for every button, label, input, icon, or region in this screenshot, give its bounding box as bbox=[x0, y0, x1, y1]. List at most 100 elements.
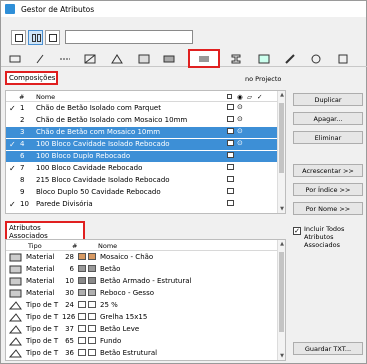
check-mark: ✓ bbox=[9, 164, 16, 173]
associated-row[interactable]: Material 10 Betão Armado - Estrutural bbox=[6, 276, 285, 287]
composition-row[interactable]: ✓ 10 Parede Divisória bbox=[6, 199, 285, 210]
save-txt-button[interactable]: Guardar TXT... bbox=[293, 342, 363, 355]
associated-row[interactable]: Material 6 Betão bbox=[6, 264, 285, 275]
brush-icon bbox=[285, 53, 295, 64]
tab-lines[interactable] bbox=[56, 52, 74, 65]
single-view-button[interactable] bbox=[11, 30, 26, 45]
fill-type-icon bbox=[9, 301, 22, 310]
append-button[interactable]: Acrescentar >> bbox=[293, 164, 363, 177]
attr-num: 10 bbox=[65, 277, 74, 285]
by-name-button[interactable]: Por Nome >> bbox=[293, 202, 363, 215]
composition-row[interactable]: ✓ 4 100 Bloco Cavidade Isolado Rebocado ⊙ bbox=[6, 139, 285, 150]
building-material-icon bbox=[163, 55, 175, 62]
tab-fills[interactable] bbox=[81, 52, 99, 65]
attr-name: Reboco - Gesso bbox=[100, 289, 154, 297]
info-icon bbox=[338, 54, 348, 63]
tab-zones[interactable] bbox=[135, 52, 153, 65]
composition-name: 215 Bloco Cavidade Isolado Rebocado bbox=[36, 176, 170, 184]
header-name: Nome bbox=[98, 242, 118, 250]
attr-type: Material bbox=[26, 289, 55, 297]
attr-num: 30 bbox=[65, 289, 74, 297]
associated-row[interactable]: Tipo de T 36 Betão Estrutural bbox=[6, 348, 285, 359]
eye-icon: ⊙ bbox=[237, 115, 243, 123]
attr-type: Material bbox=[26, 277, 55, 285]
composition-num: 1 bbox=[20, 104, 25, 112]
header-settings-icon: ✓ bbox=[257, 93, 263, 101]
scroll-down-icon[interactable]: ▼ bbox=[279, 206, 285, 212]
compositions-scrollbar[interactable]: ▲ ▼ bbox=[277, 91, 285, 213]
composition-row[interactable]: 6 100 Bloco Duplo Rebocado bbox=[6, 151, 285, 162]
composition-name: Parede Divisória bbox=[36, 200, 93, 208]
compositions-header: # Nome ◉ ▱ ✓ bbox=[6, 91, 285, 102]
split-view-button[interactable] bbox=[28, 30, 43, 45]
doc-icon bbox=[227, 176, 234, 182]
associated-row[interactable]: Tipo de T 37 Betão Leve bbox=[6, 324, 285, 335]
associated-row[interactable]: Material 28 Mosaico - Chão bbox=[6, 252, 285, 263]
composition-row[interactable]: 8 215 Bloco Cavidade Isolado Rebocado bbox=[6, 175, 285, 186]
tab-layers[interactable] bbox=[6, 52, 24, 65]
material-type-icon bbox=[9, 289, 22, 298]
doc-icon bbox=[227, 188, 234, 194]
scroll-up-icon[interactable]: ▲ bbox=[279, 241, 285, 247]
swatch-icon bbox=[88, 325, 96, 332]
composites-icon bbox=[199, 56, 209, 61]
doc-icon bbox=[227, 104, 234, 110]
swatch-icon bbox=[88, 349, 96, 356]
compositions-list[interactable]: # Nome ◉ ▱ ✓ ✓ 1 Chão de Betão Isolado com… bbox=[5, 90, 286, 214]
tab-profiles[interactable] bbox=[227, 52, 245, 65]
composition-row[interactable]: 9 Bloco Duplo 50 Cavidade Rebocado bbox=[6, 187, 285, 198]
by-index-button[interactable]: Por Índice >> bbox=[293, 183, 363, 196]
composition-name: 100 Bloco Cavidade Isolado Rebocado bbox=[36, 140, 170, 148]
scroll-thumb[interactable] bbox=[279, 103, 284, 173]
header-doc-icon bbox=[227, 94, 232, 99]
associated-row[interactable]: Material 30 Reboco - Gesso bbox=[6, 288, 285, 299]
associated-row[interactable]: Tipo de T 24 25 % bbox=[6, 300, 285, 311]
scroll-up-icon[interactable]: ▲ bbox=[279, 92, 285, 98]
attr-num: 37 bbox=[65, 325, 74, 333]
doc-icon bbox=[227, 140, 234, 146]
include-all-checkbox[interactable]: ✓ bbox=[293, 227, 301, 235]
duplicate-button[interactable]: Duplicar bbox=[293, 93, 363, 106]
associated-list[interactable]: Tipo # Nome Material 28 Mosaico - Chão Mate… bbox=[5, 239, 286, 361]
material-type-icon bbox=[9, 265, 22, 274]
tab-pens[interactable] bbox=[31, 52, 49, 65]
scroll-down-icon[interactable]: ▼ bbox=[279, 353, 285, 359]
remove-button[interactable]: Eliminar bbox=[293, 131, 363, 144]
tab-materials[interactable] bbox=[108, 52, 126, 65]
swatch-icon bbox=[88, 337, 96, 344]
check-mark: ✓ bbox=[9, 104, 16, 113]
associated-row[interactable]: Tipo de T 126 Grelha 15x15 bbox=[6, 312, 285, 323]
doc-icon bbox=[227, 128, 234, 134]
swatch-icon bbox=[78, 253, 86, 260]
filter-input[interactable] bbox=[65, 30, 193, 44]
project-label: no Projecto bbox=[245, 75, 282, 83]
associated-row[interactable]: Tipo de T 65 Fundo bbox=[6, 336, 285, 347]
composition-row[interactable]: 2 Chão de Betão Isolado com Mosaico 10mm ⊙ bbox=[6, 115, 285, 126]
composition-row[interactable]: ✓ 1 Chão de Betão Isolado com Parquet ⊙ bbox=[6, 103, 285, 114]
attr-num: 65 bbox=[65, 337, 74, 345]
tab-operation-profiles[interactable] bbox=[307, 52, 325, 65]
composition-row[interactable]: 3 Chão de Betão com Mosaico 10mm ⊙ bbox=[6, 127, 285, 138]
composition-row[interactable]: ✓ 7 100 Bloco Cavidade Rebocado bbox=[6, 163, 285, 174]
composition-name: Chão de Betão com Mosaico 10mm bbox=[36, 128, 161, 136]
tab-building-materials[interactable] bbox=[160, 52, 178, 65]
attr-type: Tipo de T bbox=[26, 325, 59, 333]
surface-icon bbox=[258, 54, 270, 63]
attr-name: Grelha 15x15 bbox=[100, 313, 148, 321]
scroll-thumb[interactable] bbox=[279, 252, 284, 332]
tab-surfaces[interactable] bbox=[255, 52, 273, 65]
fill-icon bbox=[84, 54, 96, 63]
attr-num: 126 bbox=[62, 313, 76, 321]
tab-composites[interactable] bbox=[188, 49, 220, 68]
composition-num: 9 bbox=[20, 188, 25, 196]
fill-type-icon bbox=[9, 313, 22, 322]
attr-num: 6 bbox=[69, 265, 74, 273]
compositions-label: Composições bbox=[5, 71, 58, 85]
zone-icon bbox=[138, 54, 150, 63]
delete-button[interactable]: Apagar... bbox=[293, 112, 363, 125]
tab-project-info[interactable] bbox=[334, 52, 352, 65]
compare-view-button[interactable] bbox=[45, 30, 60, 45]
attr-name: Fundo bbox=[100, 337, 122, 345]
tab-markup-styles[interactable] bbox=[281, 52, 299, 65]
associated-scrollbar[interactable]: ▲ ▼ bbox=[277, 240, 285, 360]
